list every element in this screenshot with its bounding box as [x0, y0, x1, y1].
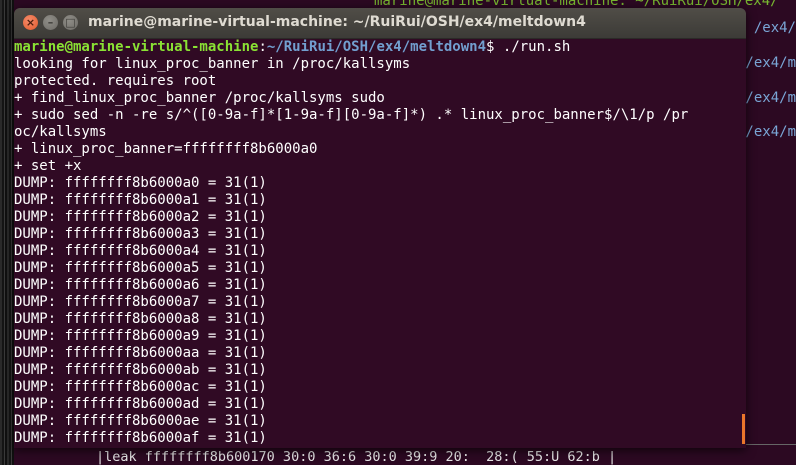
output-line: DUMP: ffffffff8b6000a7 = 31(1) — [14, 294, 267, 310]
output-line: + linux_proc_banner=ffffffff8b6000a0 — [14, 141, 318, 157]
output-line: DUMP: ffffffff8b6000af = 31(1) — [14, 430, 267, 446]
background-line: /ex4/m — [745, 124, 796, 140]
output-line: DUMP: ffffffff8b6000a4 = 31(1) — [14, 243, 267, 259]
minimize-icon[interactable]: – — [43, 15, 58, 30]
output-line: DUMP: ffffffff8b6000a0 = 31(1) — [14, 175, 267, 191]
output-line: + find_linux_proc_banner /proc/kallsyms … — [14, 90, 385, 106]
output-line: DUMP: ffffffff8b6000a3 = 31(1) — [14, 226, 267, 242]
output-line: DUMP: ffffffff8b6000a6 = 31(1) — [14, 277, 267, 293]
maximize-icon[interactable]: □ — [63, 15, 78, 30]
output-line: DUMP: ffffffff8b6000a1 = 31(1) — [14, 192, 267, 208]
terminal-window[interactable]: × – □ marine@marine-virtual-machine: ~/R… — [14, 8, 746, 448]
prompt-path: ~/RuiRui/OSH/ex4/meltdown4 — [266, 39, 487, 55]
output-line: DUMP: ffffffff8b6000ad = 31(1) — [14, 396, 267, 412]
output-line: DUMP: ffffffff8b6000ab = 31(1) — [14, 362, 267, 378]
prompt-user-host: marine@marine-virtual-machine — [14, 39, 259, 55]
output-line: DUMP: ffffffff8b6000ac = 31(1) — [14, 379, 267, 395]
close-icon[interactable]: × — [23, 15, 38, 30]
background-line: /ex4/m — [745, 55, 796, 71]
output-line: protected. requires root — [14, 73, 217, 89]
terminal-content[interactable]: marine@marine-virtual-machine:~/RuiRui/O… — [14, 39, 734, 448]
background-line: /ex4/m — [745, 90, 796, 106]
output-line: DUMP: ffffffff8b6000a5 = 31(1) — [14, 260, 267, 276]
background-line: /ex4/ — [753, 20, 796, 36]
window-titlebar[interactable]: × – □ marine@marine-virtual-machine: ~/R… — [14, 8, 746, 39]
scrollbar[interactable] — [742, 414, 745, 444]
output-line: DUMP: ffffffff8b6000aa = 31(1) — [14, 345, 267, 361]
output-line: DUMP: ffffffff8b6000a8 = 31(1) — [14, 311, 267, 327]
output-line: + sudo sed -n -re s/^([0-9a-f]*[1-9a-f][… — [14, 107, 689, 123]
prompt-line: marine@marine-virtual-machine:~/RuiRui/O… — [14, 39, 571, 55]
output-line: DUMP: ffffffff8b6000ae = 31(1) — [14, 413, 267, 429]
output-line: looking for linux_proc_banner in /proc/k… — [14, 56, 411, 72]
background-bottom-line: |leak ffffffff8b600170 30:0 36:6 30:0 39… — [96, 449, 617, 465]
output-line: DUMP: ffffffff8b6000a9 = 31(1) — [14, 328, 267, 344]
output-line: oc/kallsyms — [14, 124, 107, 140]
output-line: + set +x — [14, 158, 82, 174]
desktop-background — [0, 0, 14, 465]
prompt-command: ./run.sh — [494, 39, 571, 55]
output-line: DUMP: ffffffff8b6000a2 = 31(1) — [14, 209, 267, 225]
window-title: marine@marine-virtual-machine: ~/RuiRui/… — [88, 14, 586, 30]
